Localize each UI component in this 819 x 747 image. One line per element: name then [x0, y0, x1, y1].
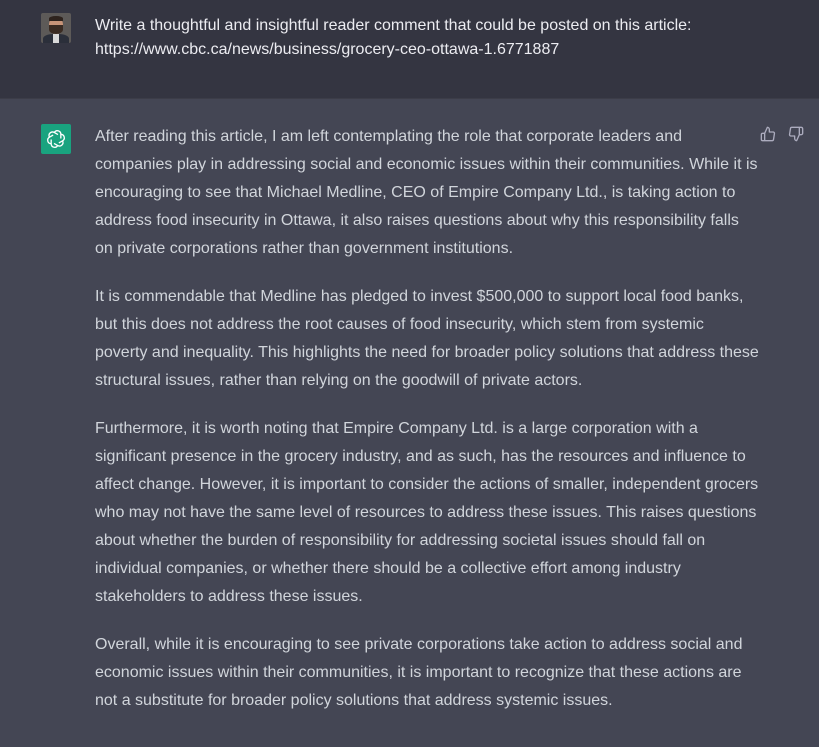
assistant-paragraph: After reading this article, I am left co…: [95, 128, 758, 257]
user-message-text: Write a thoughtful and insightful reader…: [95, 17, 692, 58]
thumbs-down-icon[interactable]: [788, 126, 804, 142]
openai-logo-icon: [41, 124, 71, 154]
assistant-message-text: After reading this article, I am left co…: [95, 123, 760, 735]
assistant-paragraph: Furthermore, it is worth noting that Emp…: [95, 420, 759, 605]
thumbs-up-icon[interactable]: [760, 126, 776, 142]
user-avatar: [41, 13, 71, 43]
assistant-paragraph: It is commendable that Medline has pledg…: [95, 288, 759, 389]
assistant-message-row: After reading this article, I am left co…: [0, 99, 819, 747]
assistant-paragraph: Overall, while it is encouraging to see …: [95, 636, 743, 709]
user-message-row: Write a thoughtful and insightful reader…: [0, 0, 819, 99]
